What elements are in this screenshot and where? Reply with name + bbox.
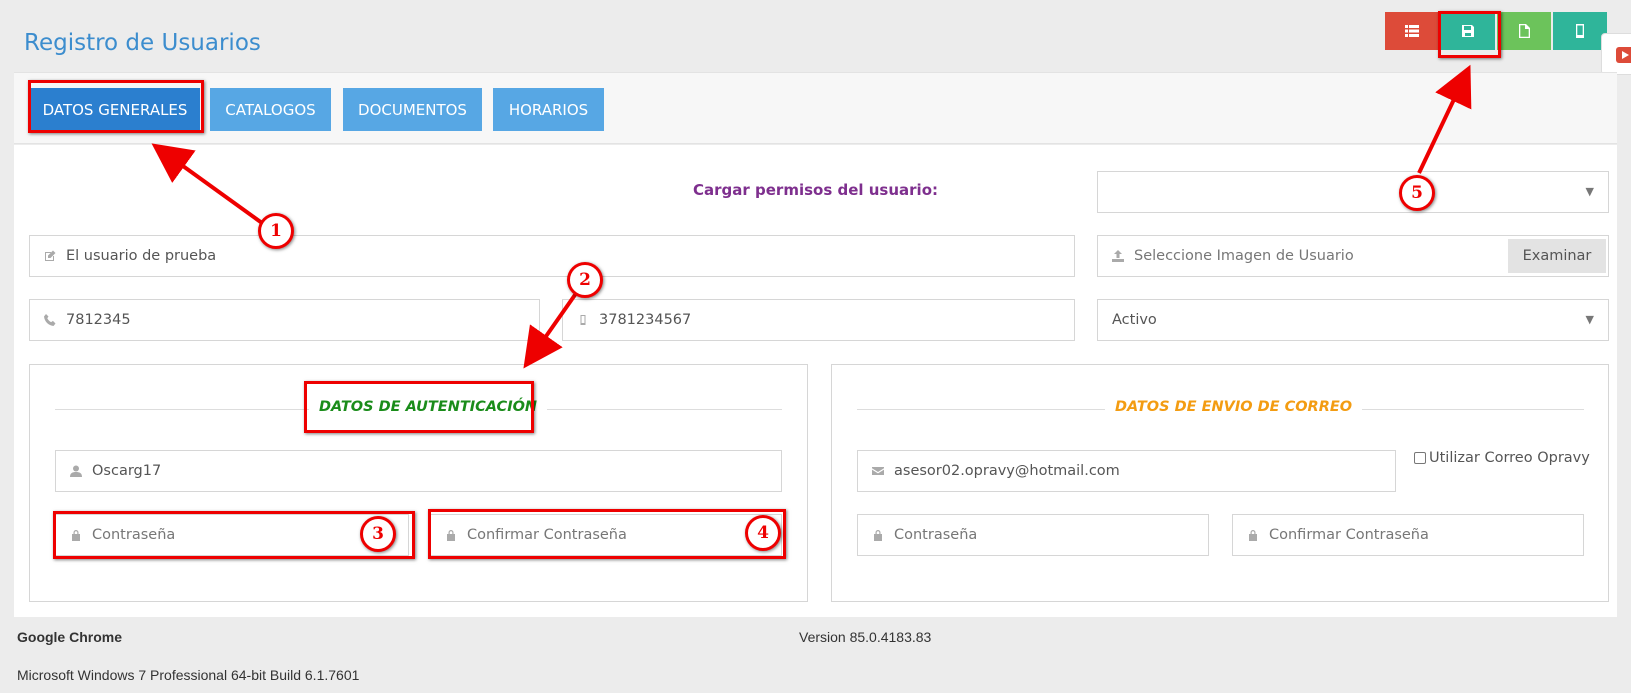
mobile-icon: [577, 314, 589, 326]
lock-icon: [70, 529, 82, 541]
list-button[interactable]: [1385, 12, 1439, 50]
password-placeholder: Contraseña: [92, 527, 176, 543]
permissions-select[interactable]: ▼: [1097, 171, 1609, 213]
annotation-2: 2: [567, 262, 603, 298]
new-document-button[interactable]: [1497, 12, 1551, 50]
footer-version: Version 85.0.4183.83: [799, 629, 932, 645]
toolbar: [1385, 12, 1609, 50]
annotation-5: 5: [1399, 175, 1435, 211]
browse-button[interactable]: Examinar: [1508, 239, 1606, 273]
use-opravy-label: Utilizar Correo Opravy: [1429, 450, 1590, 466]
checkbox[interactable]: [1414, 452, 1426, 464]
confirm-password-placeholder: Confirmar Contraseña: [467, 527, 627, 543]
save-icon: [1462, 25, 1474, 37]
mail-confirm-password-field[interactable]: Confirmar Contraseña: [1232, 514, 1584, 556]
user-image-field[interactable]: Seleccione Imagen de Usuario Examinar: [1097, 235, 1609, 277]
username-field[interactable]: Oscarg17: [55, 450, 782, 492]
mail-confirm-password-placeholder: Confirmar Contraseña: [1269, 527, 1429, 543]
phone-icon: [44, 314, 56, 326]
email-value: asesor02.opravy@hotmail.com: [894, 463, 1120, 479]
username-value: Oscarg17: [92, 463, 162, 479]
mail-password-placeholder: Contraseña: [894, 527, 978, 543]
confirm-password-field[interactable]: Confirmar Contraseña: [430, 514, 782, 556]
file-icon: [1519, 24, 1530, 38]
page-title: Registro de Usuarios: [24, 30, 261, 56]
annotation-1: 1: [258, 213, 294, 249]
password-field[interactable]: Contraseña: [55, 514, 409, 556]
edit-icon: [44, 250, 56, 262]
user-name-value: El usuario de prueba: [66, 248, 217, 264]
mobile-button[interactable]: [1553, 12, 1607, 50]
permissions-label: Cargar permisos del usuario:: [693, 181, 938, 199]
auth-legend: DATOS DE AUTENTICACIÓN: [309, 399, 548, 415]
mail-legend: DATOS DE ENVIO DE CORREO: [1105, 399, 1363, 415]
annotation-4: 4: [745, 515, 781, 551]
footer-browser: Google Chrome: [17, 629, 123, 645]
tab-datos-generales[interactable]: DATOS GENERALES: [30, 88, 200, 131]
lock-icon: [872, 529, 884, 541]
upload-icon: [1112, 250, 1124, 262]
annotation-3: 3: [360, 516, 396, 552]
user-image-placeholder: Seleccione Imagen de Usuario: [1134, 248, 1354, 264]
phone-field[interactable]: 7812345: [29, 299, 540, 341]
tab-horarios[interactable]: HORARIOS: [493, 88, 604, 131]
lock-icon: [1247, 529, 1259, 541]
play-icon: [1616, 47, 1631, 63]
phone-value: 7812345: [66, 312, 131, 328]
mail-password-field[interactable]: Contraseña: [857, 514, 1209, 556]
email-field[interactable]: asesor02.opravy@hotmail.com: [857, 450, 1396, 492]
mobile-field[interactable]: 3781234567: [562, 299, 1075, 341]
user-name-field[interactable]: El usuario de prueba: [29, 235, 1075, 277]
caret-down-icon: ▼: [1585, 185, 1594, 198]
lock-icon: [445, 529, 457, 541]
mobile-value: 3781234567: [599, 312, 692, 328]
status-value: Activo: [1112, 312, 1157, 328]
status-select[interactable]: Activo ▼: [1097, 299, 1609, 341]
footer-os: Microsoft Windows 7 Professional 64-bit …: [17, 667, 360, 683]
user-icon: [70, 465, 82, 477]
use-opravy-checkbox[interactable]: Utilizar Correo Opravy: [1414, 450, 1590, 466]
tab-catalogos[interactable]: CATALOGOS: [210, 88, 331, 131]
save-button[interactable]: [1441, 12, 1495, 50]
envelope-icon: [872, 465, 884, 477]
mobile-icon: [1576, 24, 1584, 38]
list-icon: [1405, 25, 1419, 37]
caret-down-icon: ▼: [1585, 313, 1594, 326]
video-side-tab[interactable]: [1601, 33, 1631, 75]
tab-documentos[interactable]: DOCUMENTOS: [343, 88, 482, 131]
